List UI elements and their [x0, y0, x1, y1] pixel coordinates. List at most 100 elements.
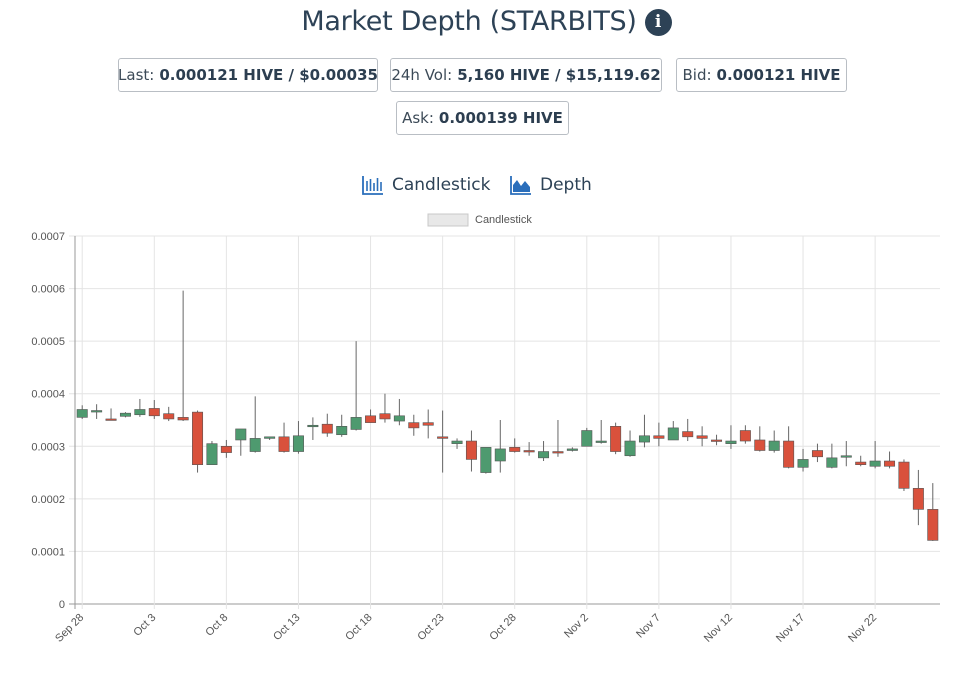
candle-body [350, 417, 362, 430]
legend-swatch [427, 213, 469, 227]
candle[interactable] [610, 422, 622, 455]
candle[interactable] [76, 405, 88, 419]
candle-body [566, 448, 578, 451]
candle-body [465, 440, 477, 460]
candle-body [898, 461, 910, 489]
info-circle-icon[interactable]: i [644, 8, 672, 36]
candle[interactable] [163, 406, 175, 422]
candle[interactable] [725, 425, 737, 449]
candle[interactable] [711, 434, 723, 446]
candle[interactable] [451, 438, 463, 449]
candle-body [393, 415, 405, 422]
candle[interactable] [552, 420, 564, 457]
candle-body [682, 431, 694, 438]
candle[interactable] [321, 413, 333, 437]
candle[interactable] [292, 421, 304, 454]
candle-body [134, 409, 146, 416]
candle[interactable] [826, 443, 838, 469]
candle[interactable] [134, 398, 146, 417]
candle-body [783, 440, 795, 468]
x-tick-label: Nov 22 [846, 612, 879, 645]
candle[interactable] [422, 409, 434, 439]
candle[interactable] [307, 417, 319, 440]
candle-body [451, 440, 463, 444]
candle-body [725, 440, 737, 444]
candle[interactable] [437, 410, 449, 473]
candle-body [206, 443, 218, 465]
candle[interactable] [379, 393, 391, 423]
candle[interactable] [869, 441, 881, 469]
x-tick-label: Oct 28 [487, 612, 518, 643]
candle[interactable] [278, 422, 290, 453]
candle[interactable] [192, 410, 204, 473]
candle[interactable] [509, 438, 521, 453]
candle[interactable] [538, 441, 550, 462]
candle-body [278, 436, 290, 452]
candle[interactable] [855, 455, 867, 467]
x-tick-label: Nov 2 [562, 612, 591, 641]
candle-body [379, 413, 391, 420]
candle[interactable] [927, 483, 939, 541]
candle[interactable] [754, 426, 766, 452]
candle[interactable] [206, 441, 218, 465]
candle[interactable] [264, 436, 276, 440]
candle-body [739, 430, 751, 442]
candle[interactable] [624, 430, 636, 457]
candle[interactable] [235, 428, 247, 456]
volume-value: 5,160 HIVE / $15,119.62 [457, 66, 661, 84]
y-tick-label: 0.0006 [31, 284, 65, 296]
candle[interactable] [365, 409, 377, 423]
candle[interactable] [148, 400, 160, 419]
candle-body [653, 435, 665, 439]
volume-box: 24h Vol: 5,160 HIVE / $15,119.62 [390, 58, 662, 92]
candle-body [408, 422, 420, 429]
candle-body [624, 440, 636, 457]
candle[interactable] [480, 447, 492, 474]
candle[interactable] [884, 451, 896, 469]
candle[interactable] [465, 430, 477, 472]
candle[interactable] [783, 426, 795, 469]
chart-legend[interactable]: Candlestick [427, 213, 532, 227]
candle[interactable] [523, 442, 535, 456]
candle[interactable] [797, 448, 809, 472]
candle-body [494, 448, 506, 462]
legend-label: Candlestick [475, 214, 532, 226]
candle[interactable] [105, 408, 117, 421]
candle[interactable] [336, 414, 348, 437]
candle-body [336, 426, 348, 436]
candle[interactable] [350, 341, 362, 431]
candle[interactable] [653, 422, 665, 447]
candle[interactable] [682, 418, 694, 442]
candle[interactable] [768, 430, 780, 453]
candle[interactable] [638, 414, 650, 448]
candle[interactable] [696, 426, 708, 447]
x-axis: Sep 28 Oct 3 Oct 8 Oct 13 Oct 18 Oct 23 Oct 28… [53, 612, 879, 645]
candle[interactable] [739, 425, 751, 444]
candle-body [884, 460, 896, 467]
candle[interactable] [840, 441, 852, 467]
candle[interactable] [912, 469, 924, 526]
candle[interactable] [595, 420, 607, 444]
candle[interactable] [408, 414, 420, 436]
x-tick-label: Nov 17 [774, 612, 807, 645]
bid-label: Bid: [682, 66, 712, 84]
y-axis: 0 0.0001 0.0002 0.0003 0.0004 0.0005 0.0006 0.0… [31, 231, 65, 611]
candle[interactable] [177, 290, 189, 422]
x-tick-label: Oct 13 [271, 612, 302, 643]
candle[interactable] [91, 404, 103, 419]
candle[interactable] [581, 427, 593, 447]
candle[interactable] [566, 447, 578, 452]
candle[interactable] [220, 439, 232, 458]
candle[interactable] [119, 412, 131, 418]
candle-body [235, 428, 247, 441]
candle-body [638, 435, 650, 443]
candle[interactable] [667, 421, 679, 441]
candle-body [552, 451, 564, 454]
candle[interactable] [898, 459, 910, 491]
x-tick-label: Nov 12 [702, 612, 735, 645]
depth-view-button[interactable]: Depth [510, 172, 592, 198]
candlestick-view-button[interactable]: Candlestick [362, 172, 490, 198]
candle[interactable] [249, 396, 261, 453]
candle[interactable] [393, 398, 405, 426]
candlestick-view-label: Candlestick [392, 175, 491, 195]
